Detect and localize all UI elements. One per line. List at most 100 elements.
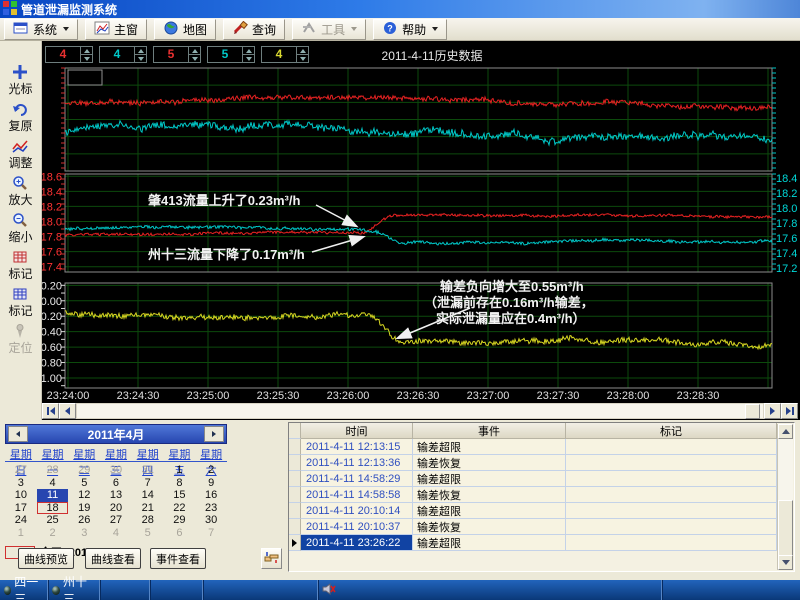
calendar-day[interactable]: 25 bbox=[37, 514, 69, 527]
menu-map-button[interactable]: 地图 bbox=[154, 19, 216, 40]
cell-mark[interactable] bbox=[566, 519, 777, 535]
cell-event[interactable]: 输差恢复 bbox=[413, 455, 566, 471]
calendar-day[interactable]: 21 bbox=[132, 502, 164, 515]
calendar-day[interactable]: 2 bbox=[195, 464, 227, 477]
calendar-day[interactable]: 8 bbox=[164, 477, 196, 490]
calendar-day[interactable]: 2 bbox=[37, 527, 69, 540]
table-scroll-up-button[interactable] bbox=[778, 424, 793, 439]
tool-zoom-in-button[interactable]: 放大 bbox=[8, 175, 32, 207]
statusbar-tab-1[interactable]: 四一三 bbox=[0, 580, 48, 600]
calendar-day-today[interactable]: 18 bbox=[37, 502, 69, 515]
calendar-day[interactable]: 4 bbox=[37, 477, 69, 490]
cell-event[interactable]: 输差超限 bbox=[413, 439, 566, 455]
calendar-day[interactable]: 3 bbox=[68, 527, 100, 540]
scrollbar-track[interactable] bbox=[76, 403, 764, 419]
calendar-day[interactable]: 30 bbox=[100, 464, 132, 477]
cell-event[interactable]: 输差超限 bbox=[413, 471, 566, 487]
event-view-button[interactable]: 事件查看 bbox=[150, 548, 206, 569]
calendar-next-button[interactable] bbox=[204, 426, 224, 442]
cell-event[interactable]: 输差恢复 bbox=[413, 487, 566, 503]
calendar-day[interactable]: 5 bbox=[132, 527, 164, 540]
calendar-day[interactable]: 10 bbox=[5, 489, 37, 502]
calendar-day[interactable]: 5 bbox=[68, 477, 100, 490]
cell-time[interactable]: 2011-4-11 14:58:58 bbox=[301, 487, 413, 503]
calendar-day[interactable]: 13 bbox=[100, 489, 132, 502]
calendar-day[interactable]: 20 bbox=[100, 502, 132, 515]
calendar-day[interactable]: 4 bbox=[100, 527, 132, 540]
cell-mark[interactable] bbox=[566, 471, 777, 487]
calendar-day[interactable]: 7 bbox=[195, 527, 227, 540]
select-pointer-button[interactable] bbox=[261, 548, 282, 569]
cell-mark[interactable] bbox=[566, 503, 777, 519]
calendar-day[interactable]: 29 bbox=[164, 514, 196, 527]
calendar-day[interactable]: 29 bbox=[68, 464, 100, 477]
cell-mark[interactable] bbox=[566, 535, 777, 551]
cell-time[interactable]: 2011-4-11 14:58:29 bbox=[301, 471, 413, 487]
table-scrollbar[interactable] bbox=[777, 424, 793, 570]
cell-time[interactable]: 2011-4-11 20:10:37 bbox=[301, 519, 413, 535]
cell-mark[interactable] bbox=[566, 455, 777, 471]
scroll-right-button[interactable] bbox=[764, 403, 781, 419]
menu-system-button[interactable]: 系统 bbox=[4, 19, 78, 40]
calendar-day[interactable]: 27 bbox=[5, 464, 37, 477]
table-row[interactable]: 2011-4-11 20:10:14输差超限 bbox=[289, 503, 794, 519]
table-row[interactable]: 2011-4-11 14:58:58输差恢复 bbox=[289, 487, 794, 503]
horizontal-scrollbar[interactable] bbox=[42, 403, 798, 419]
calendar-day[interactable]: 22 bbox=[164, 502, 196, 515]
table-scrollbar-thumb[interactable] bbox=[778, 500, 793, 556]
calendar-day[interactable]: 31 bbox=[132, 464, 164, 477]
scroll-left-button[interactable] bbox=[59, 403, 76, 419]
calendar-day[interactable]: 17 bbox=[5, 502, 37, 515]
cell-time[interactable]: 2011-4-11 12:13:36 bbox=[301, 455, 413, 471]
tool-adjust-button[interactable]: 调整 bbox=[8, 138, 32, 170]
cell-event[interactable]: 输差恢复 bbox=[413, 519, 566, 535]
scroll-first-button[interactable] bbox=[42, 403, 59, 419]
calendar-day[interactable]: 12 bbox=[68, 489, 100, 502]
cell-event[interactable]: 输差超限 bbox=[413, 503, 566, 519]
menu-query-button[interactable]: 查询 bbox=[223, 19, 285, 40]
tool-mark-blue-button[interactable]: 标记 bbox=[8, 286, 32, 318]
calendar-day[interactable]: 27 bbox=[100, 514, 132, 527]
calendar-day-selected[interactable]: 11 bbox=[37, 489, 69, 502]
column-header-1[interactable]: 事件 bbox=[413, 423, 566, 439]
statusbar-tab-2[interactable]: 州十三 bbox=[48, 580, 100, 600]
calendar-day[interactable]: 7 bbox=[132, 477, 164, 490]
table-row[interactable]: 2011-4-11 14:58:29输差超限 bbox=[289, 471, 794, 487]
cell-mark[interactable] bbox=[566, 439, 777, 455]
menu-help-button[interactable]: ?帮助 bbox=[373, 19, 447, 40]
scrollbar-thumb[interactable] bbox=[745, 404, 760, 419]
calendar-day[interactable]: 19 bbox=[68, 502, 100, 515]
calendar-day[interactable]: 26 bbox=[68, 514, 100, 527]
column-header-2[interactable]: 标记 bbox=[566, 423, 777, 439]
tool-restore-button[interactable]: 复原 bbox=[8, 101, 32, 133]
table-row[interactable]: 2011-4-11 12:13:15输差超限 bbox=[289, 439, 794, 455]
calendar-day[interactable]: 1 bbox=[5, 527, 37, 540]
cell-time[interactable]: 2011-4-11 12:13:15 bbox=[301, 439, 413, 455]
cell-time[interactable]: 2011-4-11 20:10:14 bbox=[301, 503, 413, 519]
tool-zoom-out-button[interactable]: 缩小 bbox=[8, 212, 32, 244]
curve-view-button[interactable]: 曲线查看 bbox=[85, 548, 141, 569]
calendar-prev-button[interactable] bbox=[8, 426, 28, 442]
menu-main-window-button[interactable]: 主窗 bbox=[85, 19, 147, 40]
table-row[interactable]: 2011-4-11 23:26:22输差超限 bbox=[289, 535, 794, 551]
calendar-day[interactable]: 1 bbox=[164, 464, 196, 477]
table-scroll-down-button[interactable] bbox=[778, 555, 793, 570]
table-row[interactable]: 2011-4-11 12:13:36输差恢复 bbox=[289, 455, 794, 471]
table-row[interactable]: 2011-4-11 20:10:37输差恢复 bbox=[289, 519, 794, 535]
tool-mark-red-button[interactable]: 标记 bbox=[8, 249, 32, 281]
column-header-0[interactable]: 时间 bbox=[301, 423, 413, 439]
calendar-day[interactable]: 23 bbox=[195, 502, 227, 515]
curve-preview-button[interactable]: 曲线预览 bbox=[18, 548, 74, 569]
cell-event[interactable]: 输差超限 bbox=[413, 535, 566, 551]
cell-mark[interactable] bbox=[566, 487, 777, 503]
calendar-day[interactable]: 30 bbox=[195, 514, 227, 527]
cell-time[interactable]: 2011-4-11 23:26:22 bbox=[301, 535, 413, 551]
calendar-day[interactable]: 6 bbox=[100, 477, 132, 490]
calendar-day[interactable]: 6 bbox=[164, 527, 196, 540]
scroll-last-button[interactable] bbox=[781, 403, 798, 419]
calendar-day[interactable]: 9 bbox=[195, 477, 227, 490]
calendar-day[interactable]: 3 bbox=[5, 477, 37, 490]
tool-cursor-button[interactable]: 光标 bbox=[8, 64, 32, 96]
calendar-day[interactable]: 15 bbox=[164, 489, 196, 502]
calendar-day[interactable]: 16 bbox=[195, 489, 227, 502]
